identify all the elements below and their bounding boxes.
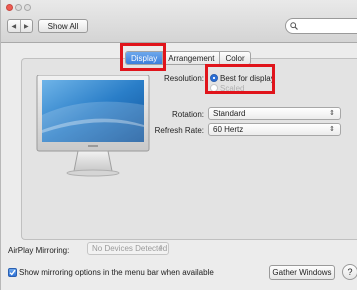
- checkmark-icon: [9, 269, 16, 276]
- help-button[interactable]: ?: [342, 264, 357, 280]
- back-forward-group: ◀ ▶: [7, 19, 33, 33]
- mirroring-options-label: Show mirroring options in the menu bar w…: [19, 268, 214, 277]
- show-all-button[interactable]: Show All: [38, 19, 88, 33]
- search-icon: [290, 22, 298, 30]
- chevron-updown-icon: ⇕: [329, 126, 335, 133]
- refresh-rate-label: Refresh Rate:: [154, 126, 204, 135]
- rotation-value: Standard: [213, 109, 246, 118]
- chevron-updown-icon: ⇕: [329, 110, 335, 117]
- best-for-display-highlight: [205, 64, 275, 94]
- mirroring-options-checkbox[interactable]: [8, 268, 17, 277]
- close-icon[interactable]: [6, 4, 13, 11]
- zoom-icon[interactable]: [24, 4, 31, 11]
- tab-color[interactable]: Color: [219, 52, 249, 64]
- gather-windows-button[interactable]: Gather Windows: [269, 265, 335, 280]
- rotation-select[interactable]: Standard ⇕: [208, 107, 341, 120]
- display-tab-highlight: [120, 43, 166, 71]
- forward-button[interactable]: ▶: [19, 20, 33, 32]
- airplay-mirroring-select[interactable]: No Devices Detected ⇕: [87, 242, 169, 255]
- window-toolbar: ◀ ▶ Show All: [1, 0, 357, 43]
- airplay-mirroring-label: AirPlay Mirroring:: [8, 246, 70, 255]
- rotation-label: Rotation:: [171, 110, 204, 119]
- minimize-icon[interactable]: [15, 4, 22, 11]
- display-preferences-window: ◀ ▶ Show All Display Arrangement Color R…: [0, 0, 357, 290]
- tab-arrangement[interactable]: Arrangement: [162, 52, 219, 64]
- monitor-icon: [36, 75, 150, 177]
- refresh-rate-select[interactable]: 60 Hertz ⇕: [208, 123, 341, 136]
- airplay-value: No Devices Detected: [92, 244, 168, 253]
- refresh-rate-value: 60 Hertz: [213, 125, 244, 134]
- chevron-updown-icon: ⇕: [158, 245, 164, 252]
- search-input[interactable]: [285, 18, 357, 34]
- back-button[interactable]: ◀: [8, 20, 20, 32]
- resolution-label: Resolution:: [163, 74, 204, 83]
